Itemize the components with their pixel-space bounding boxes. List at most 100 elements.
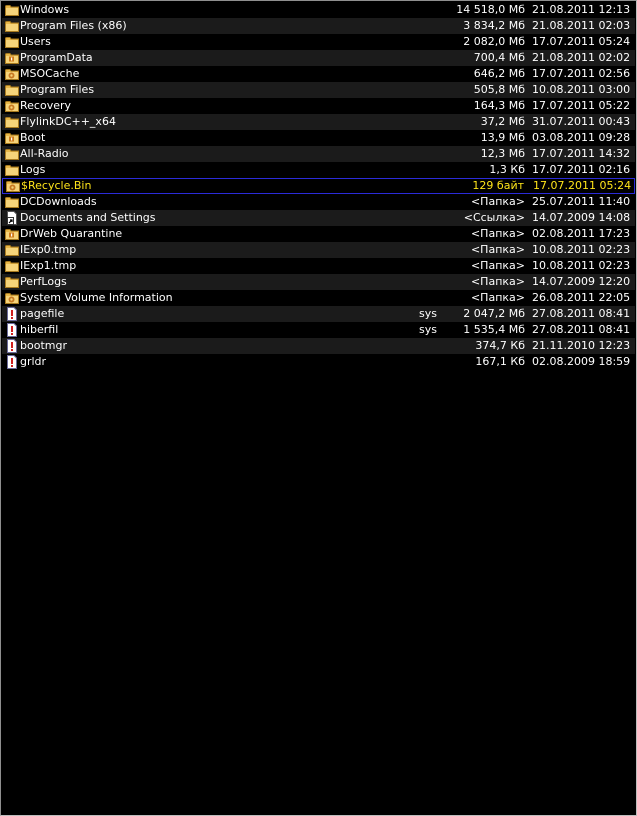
file-size: <Папка> — [470, 259, 525, 272]
system-file-icon — [5, 307, 19, 321]
file-name: pagefile — [20, 307, 65, 320]
folder-icon — [5, 3, 19, 17]
file-date: 21.08.2011 02:03 — [532, 19, 631, 32]
file-row[interactable]: DrWeb Quarantine <Папка> 02.08.2011 17:2… — [2, 226, 635, 242]
folder-icon — [5, 163, 19, 177]
file-name: All-Radio — [20, 147, 69, 160]
file-name: Program Files (x86) — [20, 19, 127, 32]
file-date: 21.08.2011 12:13 — [532, 3, 631, 16]
file-row[interactable]: grldr 167,1 Кб 02.08.2009 18:59 — [2, 354, 635, 370]
folder-icon — [5, 19, 19, 33]
file-name: Documents and Settings — [20, 211, 156, 224]
file-date: 27.08.2011 08:41 — [532, 307, 631, 320]
file-row[interactable]: All-Radio 12,3 Мб 17.07.2011 14:32 — [2, 146, 635, 162]
file-size: 164,3 Мб — [473, 99, 525, 112]
system-folder-icon — [5, 291, 19, 305]
file-date: 17.07.2011 05:24 — [533, 179, 632, 192]
file-row[interactable]: IExp0.tmp <Папка> 10.08.2011 02:23 — [2, 242, 635, 258]
file-date: 02.08.2011 17:23 — [532, 227, 631, 240]
file-row[interactable]: System Volume Information <Папка> 26.08.… — [2, 290, 635, 306]
file-row[interactable]: Boot 13,9 Мб 03.08.2011 09:28 — [2, 130, 635, 146]
file-size: <Папка> — [470, 291, 525, 304]
file-date: 10.08.2011 02:23 — [532, 259, 631, 272]
file-size: <Ссылка> — [463, 211, 525, 224]
file-size: <Папка> — [470, 227, 525, 240]
file-name: IExp0.tmp — [20, 243, 77, 256]
file-size: 374,7 Кб — [475, 339, 525, 352]
file-date: 21.08.2011 02:02 — [532, 51, 631, 64]
file-size: 167,1 Кб — [475, 355, 525, 368]
file-row[interactable]: ProgramData 700,4 Мб 21.08.2011 02:02 — [2, 50, 635, 66]
system-folder-icon — [5, 67, 19, 81]
file-name: grldr — [20, 355, 47, 368]
file-date: 27.08.2011 08:41 — [532, 323, 631, 336]
file-size: 3 834,2 Мб — [463, 19, 525, 32]
file-list[interactable]: Windows 14 518,0 Мб 21.08.2011 12:13 Pro… — [2, 2, 635, 370]
file-name: Recovery — [20, 99, 72, 112]
file-row[interactable]: bootmgr 374,7 Кб 21.11.2010 12:23 — [2, 338, 635, 354]
file-size: 37,2 Мб — [480, 115, 525, 128]
system-folder-icon — [6, 179, 20, 193]
file-size: 700,4 Мб — [473, 51, 525, 64]
folder-icon — [5, 35, 19, 49]
file-date: 17.07.2011 02:56 — [532, 67, 631, 80]
file-row[interactable]: $Recycle.Bin 129 байт 17.07.2011 05:24 — [2, 178, 635, 194]
file-size: <Папка> — [470, 243, 525, 256]
file-row[interactable]: IExp1.tmp <Папка> 10.08.2011 02:23 — [2, 258, 635, 274]
file-date: 10.08.2011 02:23 — [532, 243, 631, 256]
hidden-folder-icon — [5, 131, 19, 145]
file-name: Users — [20, 35, 51, 48]
file-row[interactable]: Users 2 082,0 Мб 17.07.2011 05:24 — [2, 34, 635, 50]
file-row[interactable]: Program Files 505,8 Мб 10.08.2011 03:00 — [2, 82, 635, 98]
file-name: $Recycle.Bin — [21, 179, 92, 192]
hidden-folder-icon — [5, 227, 19, 241]
folder-icon — [5, 243, 19, 257]
file-date: 17.07.2011 05:22 — [532, 99, 631, 112]
file-row[interactable]: Logs 1,3 Кб 17.07.2011 02:16 — [2, 162, 635, 178]
file-size: 12,3 Мб — [480, 147, 525, 160]
file-date: 14.07.2009 12:20 — [532, 275, 631, 288]
file-size: 13,9 Мб — [480, 131, 525, 144]
file-row[interactable]: Documents and Settings <Ссылка> 14.07.20… — [2, 210, 635, 226]
system-file-icon — [5, 339, 19, 353]
file-name: bootmgr — [20, 339, 67, 352]
file-size: 14 518,0 Мб — [456, 3, 525, 16]
folder-icon — [5, 115, 19, 129]
system-file-icon — [5, 323, 19, 337]
file-row[interactable]: hiberfil sys 1 535,4 Мб 27.08.2011 08:41 — [2, 322, 635, 338]
file-row[interactable]: pagefile sys 2 047,2 Мб 27.08.2011 08:41 — [2, 306, 635, 322]
hidden-folder-icon — [5, 51, 19, 65]
file-row[interactable]: Windows 14 518,0 Мб 21.08.2011 12:13 — [2, 2, 635, 18]
file-name: IExp1.tmp — [20, 259, 77, 272]
file-row[interactable]: FlylinkDC++_x64 37,2 Мб 31.07.2011 00:43 — [2, 114, 635, 130]
file-row[interactable]: PerfLogs <Папка> 14.07.2009 12:20 — [2, 274, 635, 290]
file-size: 646,2 Мб — [473, 67, 525, 80]
file-name: Boot — [20, 131, 46, 144]
file-name: hiberfil — [20, 323, 59, 336]
file-row[interactable]: DCDownloads <Папка> 25.07.2011 11:40 — [2, 194, 635, 210]
file-name: Logs — [20, 163, 46, 176]
file-row[interactable]: Recovery 164,3 Мб 17.07.2011 05:22 — [2, 98, 635, 114]
file-row[interactable]: MSOCache 646,2 Мб 17.07.2011 02:56 — [2, 66, 635, 82]
folder-icon — [5, 259, 19, 273]
folder-icon — [5, 147, 19, 161]
file-size: 1 535,4 Мб — [463, 323, 525, 336]
file-extension: sys — [419, 323, 437, 336]
file-date: 25.07.2011 11:40 — [532, 195, 631, 208]
file-date: 17.07.2011 14:32 — [532, 147, 631, 160]
file-size: 2 082,0 Мб — [463, 35, 525, 48]
link-icon — [5, 211, 19, 225]
file-date: 10.08.2011 03:00 — [532, 83, 631, 96]
folder-icon — [5, 195, 19, 209]
file-date: 17.07.2011 05:24 — [532, 35, 631, 48]
file-size: 1,3 Кб — [489, 163, 525, 176]
file-size: 505,8 Мб — [473, 83, 525, 96]
folder-icon — [5, 83, 19, 97]
file-name: Program Files — [20, 83, 95, 96]
file-extension: sys — [419, 307, 437, 320]
file-size: <Папка> — [470, 195, 525, 208]
folder-icon — [5, 275, 19, 289]
file-name: Windows — [20, 3, 70, 16]
file-panel[interactable]: Windows 14 518,0 Мб 21.08.2011 12:13 Pro… — [0, 0, 637, 816]
file-row[interactable]: Program Files (x86) 3 834,2 Мб 21.08.201… — [2, 18, 635, 34]
